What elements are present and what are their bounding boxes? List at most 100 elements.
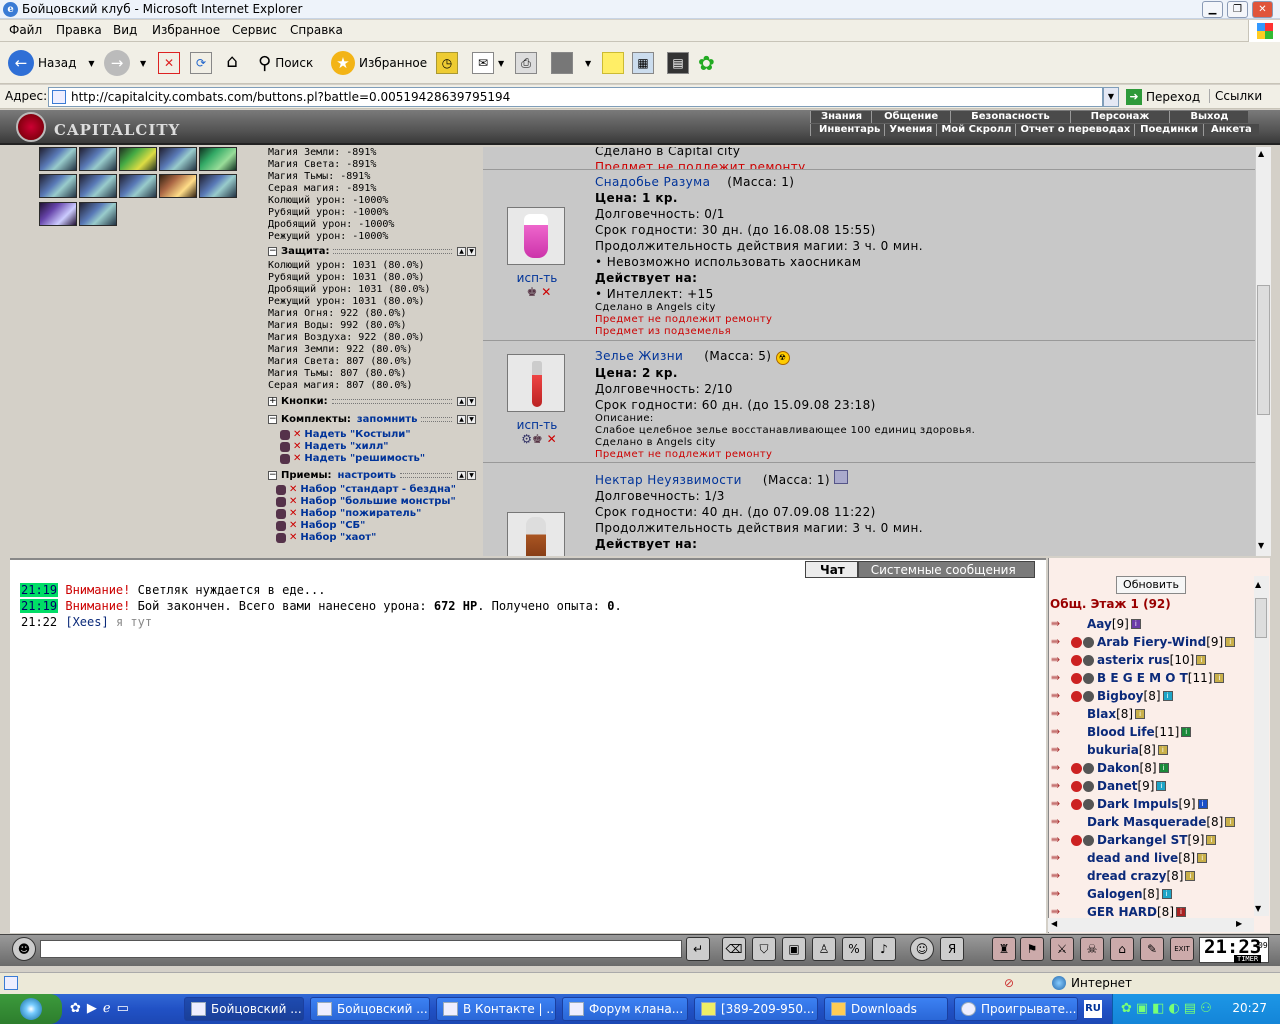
menu-help[interactable]: Справка [290,23,343,37]
private-message-icon[interactable]: ⇛ [1051,888,1071,900]
user-row[interactable]: ⇛ Danet [9] i [1051,778,1167,794]
magic-slot[interactable] [119,174,157,198]
clan-icon[interactable] [1071,690,1082,702]
private-message-icon[interactable]: ⇛ [1051,762,1071,774]
smiley-icon[interactable]: ☺ [910,937,934,961]
align-icon[interactable] [1083,636,1094,648]
user-row[interactable]: ⇛ Arab Fiery-Wind [9] i [1051,634,1236,650]
set-item[interactable]: ✕ Надеть "Костыли" [280,429,411,440]
user-info-icon[interactable]: i [1176,907,1186,917]
collapse-icon[interactable]: − [268,470,277,480]
nav-my-scroll[interactable]: Мой Скролл [936,124,1016,136]
clan-icon[interactable] [1071,798,1082,810]
taskbar-button[interactable]: В Контакте | ... [436,997,556,1021]
edit-button[interactable]: ▼ [551,48,591,78]
user-row[interactable]: ⇛ Dark Masquerade [8] i [1051,814,1236,830]
skull-icon[interactable]: ☠ [1080,937,1104,961]
nav-security[interactable]: Безопасность [950,111,1070,123]
private-message-icon[interactable]: ⇛ [1051,834,1071,846]
private-message-icon[interactable]: ⇛ [1051,672,1071,684]
nav-profile[interactable]: Анкета [1202,124,1259,136]
user-info-icon[interactable]: i [1130,619,1141,629]
private-message-icon[interactable]: ⇛ [1051,816,1071,828]
user-name[interactable]: Galogen [1087,887,1143,901]
arrow-down-icon[interactable]: ▼ [467,470,476,480]
user-row[interactable]: ⇛ Dakon [8] i [1051,760,1169,776]
menu-file[interactable]: Файл [9,23,42,37]
user-info-icon[interactable]: i [1214,673,1225,683]
scroll-up-icon[interactable]: ▲ [1258,149,1264,158]
winrar-button[interactable]: ▤ [667,48,689,78]
delete-icon[interactable]: ✕ [289,520,297,531]
clan-icon[interactable] [1071,762,1082,774]
clan-icon[interactable] [1071,672,1082,684]
sets-section-header[interactable]: − Комплекты: запомнить ▲ ▼ [268,413,476,425]
research-button[interactable]: ▦ [632,48,654,78]
scroll-down-icon[interactable]: ▼ [1255,904,1261,913]
configure-tricks-link[interactable]: настроить [338,470,397,481]
scroll-right-icon[interactable]: ▶ [1236,919,1242,928]
taskbar-button[interactable]: [389-209-950... [694,997,818,1021]
magic-slot[interactable] [159,147,197,171]
user-name[interactable]: Arab Fiery-Wind [1097,635,1206,649]
magic-slot[interactable] [39,202,77,226]
user-info-icon[interactable]: i [1158,763,1169,773]
clan-icon[interactable] [1071,636,1082,648]
collapse-icon[interactable]: − [268,414,277,424]
search-button[interactable]: ⚲ Поиск [258,48,313,78]
trick-set-item[interactable]: ✕ Набор "хаот" [276,532,376,543]
user-row[interactable]: ⇛ Darkangel ST [9] i [1051,832,1217,848]
tricks-section-header[interactable]: − Приемы: настроить ▲ ▼ [268,469,476,481]
user-name[interactable]: asterix rus [1097,653,1170,667]
magic-slot[interactable] [119,147,157,171]
user-row[interactable]: ⇛ bukuria [8] i [1051,742,1168,758]
clan-icon[interactable] [1071,834,1082,846]
maximize-button[interactable]: ❐ [1227,1,1248,18]
delete-icon[interactable]: ✕ [293,441,301,452]
menu-favorites[interactable]: Избранное [152,23,220,37]
user-name[interactable]: Bigboy [1097,689,1144,703]
bag-icon[interactable]: ♜ [992,937,1016,961]
arrow-down-icon[interactable]: ▼ [467,414,476,424]
use-item-link[interactable]: исп-ть [499,418,575,432]
magic-slot[interactable] [79,147,117,171]
gift-icon[interactable]: ⚙ [521,432,532,446]
user-name[interactable]: Danet [1097,779,1137,793]
arrow-up-icon[interactable]: ▲ [457,396,466,406]
nav-transfer-report[interactable]: Отчет о переводах [1015,124,1135,136]
percent-icon[interactable]: % [842,937,866,961]
private-message-icon[interactable]: ⇛ [1051,870,1071,882]
exit-icon[interactable]: EXIT [1170,937,1194,961]
scroll-up-icon[interactable]: ▲ [1255,580,1261,589]
map-icon[interactable]: ⚑ [1020,937,1044,961]
delete-icon[interactable]: ✕ [289,496,297,507]
magic-slot[interactable] [39,147,77,171]
private-message-icon[interactable]: ⇛ [1051,744,1071,756]
user-row[interactable]: ⇛ Bigboy [8] i [1051,688,1173,704]
use-item-link[interactable]: исп-ть [499,271,575,285]
tab-system-messages[interactable]: Системные сообщения [857,561,1035,578]
user-name[interactable]: Aay [1087,617,1112,631]
user-row[interactable]: ⇛ Blax [8] i [1051,706,1146,722]
align-icon[interactable] [1083,780,1094,792]
user-info-icon[interactable]: i [1135,709,1146,719]
smiley-head-icon[interactable]: ☻ [12,937,36,961]
taskbar-button[interactable]: Downloads [824,997,948,1021]
taskbar-button[interactable]: Форум клана... [562,997,688,1021]
trick-set-item[interactable]: ✕ Набор "стандарт - бездна" [276,484,456,495]
chat-bubble-icon[interactable]: ✎ [1140,937,1164,961]
music-icon[interactable]: ♪ [872,937,896,961]
user-name[interactable]: B E G E M O T [1097,671,1188,685]
remember-set-link[interactable]: запомнить [357,414,418,425]
private-message-icon[interactable]: ⇛ [1051,726,1071,738]
arrow-down-icon[interactable]: ▼ [467,396,476,406]
align-icon[interactable] [1083,798,1094,810]
clan-icon[interactable] [1071,654,1082,666]
user-info-icon[interactable]: i [1161,889,1172,899]
user-info-icon[interactable]: i [1196,655,1207,665]
chat-input[interactable] [40,940,682,958]
user-info-icon[interactable]: i [1206,835,1217,845]
taskbar-button[interactable]: Проигрывате... [954,997,1078,1021]
nav-exit[interactable]: Выход [1169,111,1249,123]
item-name[interactable]: Нектар Неуязвимости [595,473,742,487]
